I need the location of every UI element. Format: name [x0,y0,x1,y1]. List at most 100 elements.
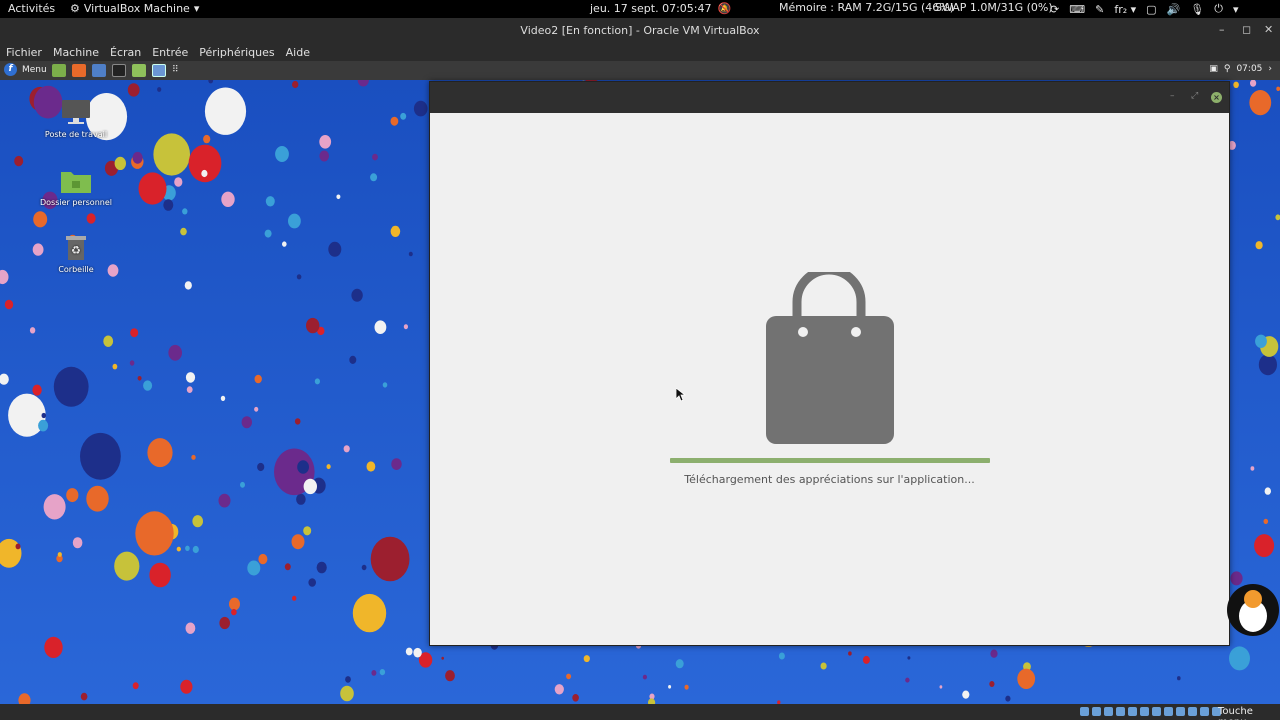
balloon [225,102,243,123]
guest-clock[interactable]: 07:05 [1236,64,1262,74]
balloon [254,406,259,412]
display-icon[interactable] [1152,707,1161,716]
balloon [668,685,672,689]
mail-icon[interactable] [92,64,106,77]
volume-icon[interactable]: 🔊 [1167,3,1181,16]
balloon [1255,334,1267,348]
balloon [192,515,203,528]
display-icon[interactable]: ▣ [1209,64,1218,74]
chevron-down-icon[interactable]: ▾ [1233,3,1239,16]
mouse-integration-icon[interactable] [1188,707,1197,716]
notification-muted-icon: 🔕 [717,2,732,15]
swap-indicator[interactable]: SWAP 1.0M/31G (0%) [935,1,1053,14]
balloon [4,299,14,310]
apps-grid-icon[interactable]: ⠿ [172,64,186,77]
maximize-icon[interactable]: ⤢ [1191,91,1198,101]
usb-icon[interactable] [1128,707,1137,716]
balloon [291,534,305,550]
files-icon[interactable] [132,64,146,77]
balloon [292,595,297,601]
balloon [265,196,275,207]
terminal-icon[interactable] [112,64,126,77]
pen-icon[interactable]: ✎ [1095,3,1104,16]
balloon [241,416,252,429]
balloon [572,694,579,702]
balloon [390,225,401,237]
folder-icon [61,172,91,193]
system-tray: ⟳ ⌨ ✎ fr₂ ▾ ▢ 🔊 🎙 ⏻ ▾ [1050,2,1238,16]
balloon [345,676,351,683]
menu-entree[interactable]: Entrée [152,46,188,59]
balloon [583,655,590,663]
arrow-icon[interactable] [1200,707,1209,716]
network-icon[interactable] [1116,707,1125,716]
cpu-icon[interactable] [1176,707,1185,716]
menu-peripheriques[interactable]: Périphériques [199,46,274,59]
updates-icon[interactable]: ⟳ [1050,3,1059,16]
balloon [675,659,684,669]
menu-ecran[interactable]: Écran [110,46,141,59]
balloon [129,360,135,366]
menu-aide[interactable]: Aide [286,46,310,59]
app-menu[interactable]: ⚙ VirtualBox Machine ▾ [70,2,199,15]
balloon [143,380,153,391]
menu-machine[interactable]: Machine [53,46,99,59]
balloon [1177,676,1181,681]
activities-button[interactable]: Activités [8,2,55,15]
balloon [642,674,648,680]
maximize-icon[interactable]: ◻ [1242,23,1251,36]
optical-icon[interactable] [1092,707,1101,716]
balloon [292,80,299,89]
menu-fichier[interactable]: Fichier [6,46,42,59]
desktop-icon-label: Corbeille [58,265,94,274]
firefox-icon[interactable] [72,64,86,77]
minimize-icon[interactable]: – [1170,91,1175,101]
desktop-icon-trash[interactable]: ♻ Corbeille [36,233,116,274]
desktop-icon-home[interactable]: Dossier personnel [36,168,116,207]
close-icon[interactable]: ✕ [1264,23,1273,36]
chevron-down-icon: ▾ [193,2,200,15]
software-icon[interactable] [152,64,166,77]
balloon [349,355,357,364]
close-icon[interactable]: × [1211,92,1222,103]
hdd-icon[interactable] [1080,707,1089,716]
svg-text:♻: ♻ [71,244,81,257]
minimize-icon[interactable]: – [1219,23,1225,36]
balloon [33,211,48,228]
balloon [361,564,367,571]
show-desktop-icon[interactable] [52,64,66,77]
balloon [231,608,237,616]
power-icon[interactable]: ⏻ [1214,2,1223,16]
balloon [370,536,410,582]
software-window: – ⤢ × Téléchargement des appréciations s… [429,81,1230,646]
balloon [114,551,140,581]
balloon [382,382,388,388]
balloon [351,288,363,302]
balloon [1263,518,1269,524]
balloon [319,135,332,149]
screen-icon[interactable]: ▢ [1146,3,1156,16]
balloon [203,134,211,144]
clock-label: jeu. 17 sept. 07:05:47 [590,2,712,15]
shared-folder-icon[interactable] [1140,707,1149,716]
desktop-icon-computer[interactable]: Poste de travail [36,98,116,139]
network-icon[interactable]: ⚲ [1224,64,1231,74]
keyboard-icon[interactable]: ⌨ [1069,3,1085,16]
microphone-icon[interactable]: 🎙 [1190,3,1204,16]
vbox-statusbar: Touche menu [0,704,1280,720]
guest-menu-button[interactable]: f Menu [4,63,47,76]
balloon [778,652,785,660]
chevron-right-icon[interactable]: › [1268,64,1272,74]
audio-icon[interactable] [1104,707,1113,716]
balloon [103,335,114,347]
balloon [441,656,445,660]
balloon [1276,86,1280,91]
memory-indicator[interactable]: Mémoire : RAM 7.2G/15G (46%) [779,1,954,14]
balloon [554,684,564,695]
clock[interactable]: jeu. 17 sept. 07:05:47 🔕 [590,2,731,15]
recording-icon[interactable] [1164,707,1173,716]
balloon [192,545,199,554]
balloon [264,229,272,238]
keyboard-layout[interactable]: fr₂ ▾ [1114,3,1136,16]
balloon [336,194,341,200]
